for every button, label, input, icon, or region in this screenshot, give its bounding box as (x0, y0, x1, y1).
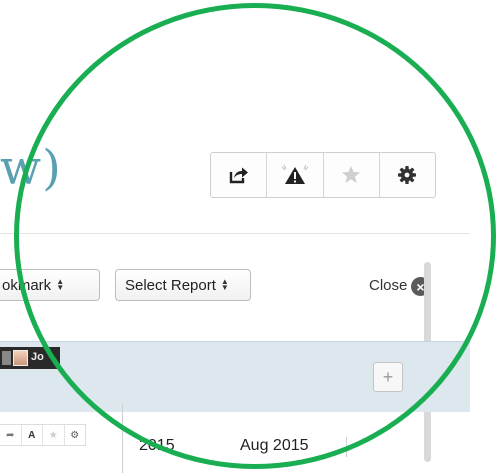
share-arrow-icon: ➦ (6, 429, 15, 441)
sidebar-divider (122, 404, 123, 473)
updown-caret-icon: ▲ ▼ (220, 277, 229, 292)
bookmark-select-label: okmark (2, 276, 52, 294)
title-divider (0, 233, 470, 234)
share-arrow-icon (229, 167, 248, 184)
timeline-month: 2015 (139, 437, 175, 454)
report-select-label: Select Report (125, 276, 216, 294)
warning-triangle-icon: A (28, 429, 36, 441)
warning-triangle-icon (281, 164, 309, 184)
page-title: w) (0, 140, 62, 196)
avatar[interactable] (13, 350, 28, 366)
mini-alert-button[interactable]: A (22, 425, 43, 445)
mini-action-toolbar: ➦ A ★ ⚙ (0, 424, 86, 446)
alert-button[interactable] (267, 153, 324, 197)
mini-favorite-button[interactable]: ★ (43, 425, 65, 445)
add-button[interactable]: + (373, 362, 403, 392)
user-name[interactable]: Jo (31, 351, 44, 363)
settings-button[interactable] (380, 153, 435, 197)
menu-icon[interactable] (2, 351, 11, 365)
star-icon (342, 166, 361, 183)
magnified-screenshot: w) okmark ▲ ▼ Select Report ▲ ▼ Close × … (0, 0, 502, 473)
star-icon: ★ (48, 429, 58, 441)
mini-settings-button[interactable]: ⚙ (65, 425, 86, 445)
share-button[interactable] (211, 153, 268, 197)
gear-icon: ⚙ (70, 429, 80, 441)
close-label[interactable]: Close (369, 277, 407, 294)
column-separator (346, 437, 347, 457)
favorite-button[interactable] (324, 153, 380, 197)
timeline-month: Aug 2015 (240, 437, 309, 454)
report-select[interactable]: Select Report ▲ ▼ (115, 269, 251, 301)
bookmark-select[interactable]: okmark ▲ ▼ (0, 269, 100, 301)
mini-share-button[interactable]: ➦ (0, 425, 22, 445)
action-toolbar (210, 152, 436, 198)
gear-icon (398, 166, 417, 184)
updown-caret-icon: ▲ ▼ (56, 277, 65, 292)
